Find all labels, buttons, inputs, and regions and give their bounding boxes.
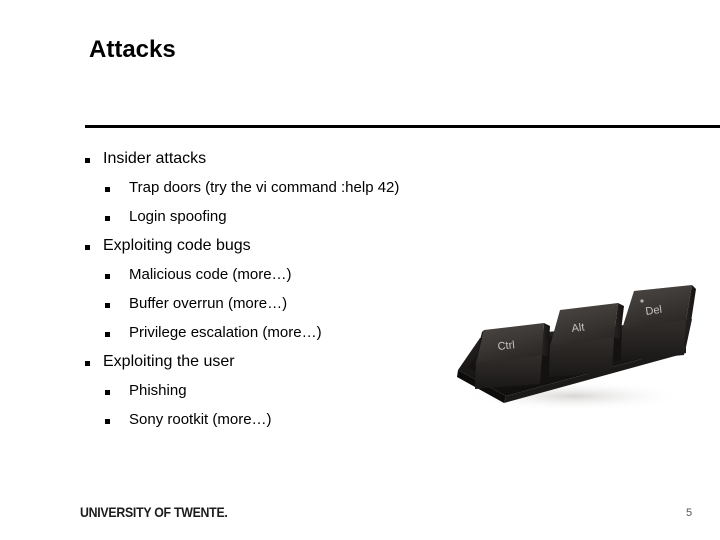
list-item: Exploiting code bugs	[85, 237, 505, 266]
list-item-label: Exploiting code bugs	[103, 237, 251, 254]
list-item-label: Malicious code (more…)	[129, 266, 292, 283]
svg-text:Alt: Alt	[571, 322, 585, 335]
page-title: Attacks	[89, 36, 176, 63]
list-item-label: Phishing	[129, 382, 187, 399]
svg-text:Ctrl: Ctrl	[497, 339, 515, 353]
list-item-label: Privilege escalation (more…)	[129, 324, 322, 341]
list-item-label: Login spoofing	[129, 208, 227, 225]
list-item: Phishing	[85, 382, 505, 411]
list-item: Exploiting the user	[85, 353, 505, 382]
university-logo: UNIVERSITY OF TWENTE.	[80, 504, 228, 520]
list-item: Privilege escalation (more…)	[85, 324, 505, 353]
list-item: Trap doors (try the vi command :help 42)	[85, 179, 505, 208]
list-item-label: Exploiting the user	[103, 353, 235, 370]
list-item: Malicious code (more…)	[85, 266, 505, 295]
list-item-label: Buffer overrun (more…)	[129, 295, 288, 312]
list-item-label: Trap doors (try the vi command :help 42)	[129, 179, 400, 196]
title-divider	[85, 125, 720, 128]
key-ctrl: Ctrl	[474, 323, 550, 389]
presentation-slide: Attacks Insider attacks Trap doors (try …	[0, 0, 720, 540]
page-number: 5	[686, 507, 693, 519]
ctrl-alt-del-keys-photo: Ctrl Alt Del	[446, 272, 702, 412]
list-item-label: Insider attacks	[103, 150, 207, 167]
bullet-list: Insider attacks Trap doors (try the vi c…	[85, 150, 505, 440]
list-item: Buffer overrun (more…)	[85, 295, 505, 324]
list-item-label: Sony rootkit (more…)	[129, 411, 272, 428]
svg-text:Del: Del	[645, 304, 663, 318]
list-item: Sony rootkit (more…)	[85, 411, 505, 440]
list-item: Login spoofing	[85, 208, 505, 237]
list-item: Insider attacks	[85, 150, 505, 179]
